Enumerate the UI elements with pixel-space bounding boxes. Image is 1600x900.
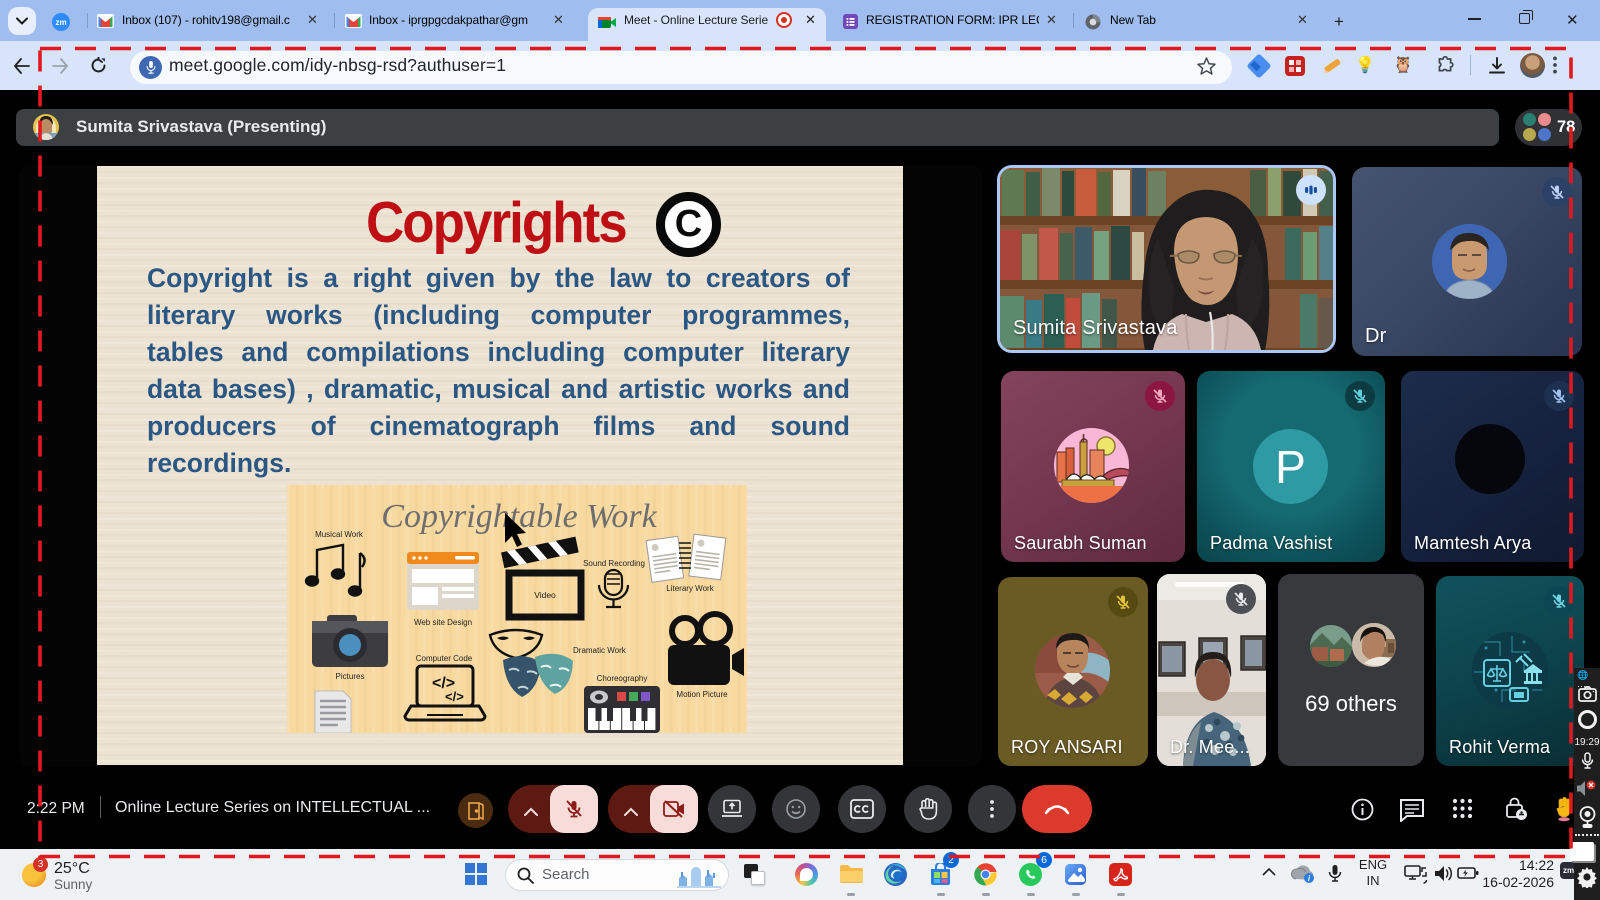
svg-text:Choreography: Choreography [597, 674, 648, 683]
svg-text:Video: Video [534, 590, 556, 600]
svg-text:Computer Code: Computer Code [416, 654, 473, 663]
svg-text:Motion Picture: Motion Picture [676, 690, 728, 699]
svg-text:Musical Work: Musical Work [315, 530, 364, 539]
svg-text:Web site Design: Web site Design [414, 618, 472, 627]
svg-text:Dramatic Work: Dramatic Work [573, 646, 627, 655]
svg-text:Sound Recording: Sound Recording [583, 559, 645, 568]
svg-text:</>: </> [445, 689, 464, 704]
svg-text:Literary Work: Literary Work [666, 584, 714, 593]
svg-text:Pictures: Pictures [336, 672, 365, 681]
